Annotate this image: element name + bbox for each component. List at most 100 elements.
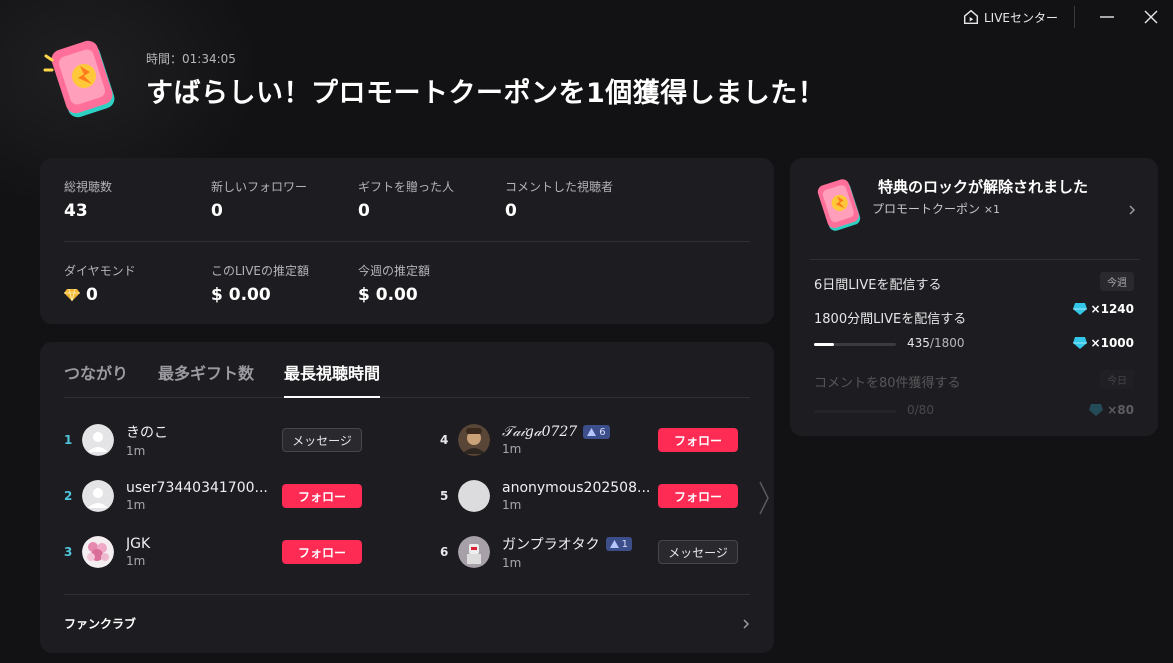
mission-reward-amount: ×80: [1107, 403, 1134, 417]
promote-ticket-icon: [1072, 337, 1087, 349]
fan-level-badge: 1: [605, 537, 632, 551]
promote-coupon-icon: [810, 176, 872, 238]
mission-progress: 435/1800: [907, 336, 965, 350]
viewer-row[interactable]: 2 user73440341700... 1m フォロー: [64, 478, 362, 514]
stat-value: 0: [211, 201, 223, 221]
viewers-panel: つながり 最多ギフト数 最長視聴時間 1 きのこ 1m メッセージ 2 user…: [40, 342, 774, 653]
tab-longest-watch[interactable]: 最長視聴時間: [284, 356, 381, 398]
viewer-row[interactable]: 6 ガンプラオタク 1 1m メッセージ: [440, 534, 738, 570]
viewer-row[interactable]: 1 きのこ 1m メッセージ: [64, 422, 362, 458]
viewer-name[interactable]: ガンプラオタク: [502, 534, 600, 554]
viewer-row[interactable]: 4 𝒯𝒶𝒾𝑔𝒶0727 6 1m フォロー: [440, 422, 738, 458]
mission-progress-total: /1800: [929, 336, 965, 350]
avatar[interactable]: [458, 424, 490, 456]
mission-progress-total: /80: [914, 403, 934, 417]
divider: [64, 241, 750, 242]
viewer-row[interactable]: 3 JGK 1m フォロー: [64, 534, 362, 570]
follow-button[interactable]: フォロー: [658, 428, 738, 452]
mission-reward-amount: ×1000: [1090, 336, 1134, 350]
viewer-watch-time: 1m: [126, 554, 146, 568]
viewer-rank: 3: [64, 545, 73, 559]
mission-reward: ×1000: [1072, 336, 1134, 350]
stat-total-views: 総視聴数 43: [64, 178, 112, 221]
reward-subtitle: プロモートクーポン: [872, 202, 981, 216]
fan-club-row[interactable]: ファンクラブ: [64, 594, 750, 652]
reward-count: ×1: [983, 203, 1001, 216]
tab-bar: つながり 最多ギフト数 最長視聴時間: [64, 356, 750, 398]
live-center-label: LIVEセンター: [983, 10, 1058, 25]
mission-item: コメントを80件獲得する 今日 0/80 ×80: [814, 370, 1134, 418]
fan-level-badge: 6: [583, 425, 610, 439]
minimize-button[interactable]: [1097, 7, 1117, 27]
stat-new-followers: 新しいフォロワー 0: [211, 178, 307, 221]
viewer-name[interactable]: JGK: [126, 536, 282, 552]
viewer-rank: 4: [440, 433, 449, 447]
stat-label: 新しいフォロワー: [211, 180, 308, 194]
viewer-name[interactable]: 𝒯𝒶𝒾𝑔𝒶0727: [502, 424, 577, 440]
stat-value: 0: [86, 285, 98, 305]
mission-label: 6日間LIVEを配信する: [814, 278, 942, 293]
triangle-icon: [609, 540, 619, 548]
page-title: すばらしい！プロモートクーポンを1個獲得しました！: [146, 78, 826, 109]
avatar[interactable]: [82, 480, 114, 512]
viewer-rank: 5: [440, 489, 449, 503]
viewer-name[interactable]: きのこ: [126, 422, 282, 442]
stat-value: 43: [64, 201, 88, 221]
live-center-button[interactable]: LIVEセンター: [962, 6, 1075, 28]
avatar[interactable]: [82, 424, 114, 456]
viewer-rank: 1: [64, 433, 73, 447]
mission-period-tag: 今日: [1100, 370, 1134, 389]
tab-top-gifts[interactable]: 最多ギフト数: [158, 356, 254, 398]
avatar[interactable]: [458, 536, 490, 568]
follow-button[interactable]: フォロー: [282, 484, 362, 508]
home-live-icon: [963, 9, 978, 25]
badge-level: 1: [621, 538, 628, 550]
avatar[interactable]: [82, 536, 114, 568]
minimize-icon: [1100, 16, 1114, 18]
mission-progress-value: 435: [907, 336, 930, 350]
stat-value: 0: [358, 201, 370, 221]
close-icon: [1144, 10, 1158, 24]
stat-commenters: コメントした視聴者 0: [505, 178, 613, 221]
promote-coupon-icon: [40, 36, 132, 128]
rewards-panel: 特典のロックが解除されました プロモートクーポン ×1 6日間LIVEを配信する…: [790, 158, 1158, 436]
mission-label: 1800分間LIVEを配信する: [814, 312, 967, 327]
stat-week-estimate: 今週の推定額 $ 0.00: [358, 262, 430, 305]
tab-connections[interactable]: つながり: [64, 356, 128, 398]
viewer-name[interactable]: anonymous202508...: [502, 480, 658, 496]
stat-live-estimate: このLIVEの推定額 $ 0.00: [211, 262, 309, 305]
stat-diamonds: ダイヤモンド 0: [64, 262, 136, 305]
viewer-row[interactable]: 5 anonymous202508... 1m フォロー: [440, 478, 738, 514]
mission-progress: 0/80: [907, 403, 934, 417]
stats-panel: 総視聴数 43 新しいフォロワー 0 ギフトを贈った人 0 コメントした視聴者 …: [40, 158, 774, 324]
chevron-right-icon: [759, 481, 769, 515]
follow-button[interactable]: フォロー: [658, 484, 738, 508]
mission-item: 6日間LIVEを配信する 今週 ×1240: [814, 272, 1134, 316]
viewer-rank: 6: [440, 545, 449, 559]
stream-duration: 時間：01:34:05: [146, 52, 236, 66]
stat-label: コメントした視聴者: [505, 180, 614, 194]
close-button[interactable]: [1141, 7, 1161, 27]
stat-label: 総視聴数: [64, 180, 113, 194]
viewer-name[interactable]: user73440341700...: [126, 480, 282, 496]
top-bar: LIVEセンター: [962, 0, 1173, 34]
reward-title: 特典のロックが解除されました: [878, 178, 1089, 196]
chevron-right-icon: [743, 618, 750, 629]
message-button[interactable]: メッセージ: [282, 428, 362, 452]
follow-button[interactable]: フォロー: [282, 540, 362, 564]
stat-label: 今週の推定額: [358, 264, 431, 278]
stat-gifters: ギフトを贈った人 0: [358, 178, 454, 221]
stat-label: ダイヤモンド: [64, 264, 136, 278]
viewer-rank: 2: [64, 489, 73, 503]
viewer-watch-time: 1m: [502, 556, 522, 570]
triangle-icon: [587, 428, 597, 436]
badge-level: 6: [599, 426, 606, 438]
avatar[interactable]: [458, 480, 490, 512]
mission-label: コメントを80件獲得する: [814, 376, 961, 391]
next-page-button[interactable]: [758, 480, 770, 520]
viewer-watch-time: 1m: [126, 444, 146, 458]
message-button[interactable]: メッセージ: [658, 540, 738, 564]
mission-period-tag: 今週: [1100, 272, 1134, 291]
viewer-watch-time: 1m: [126, 498, 146, 512]
unlocked-reward-header[interactable]: 特典のロックが解除されました プロモートクーポン ×1: [810, 176, 1140, 260]
